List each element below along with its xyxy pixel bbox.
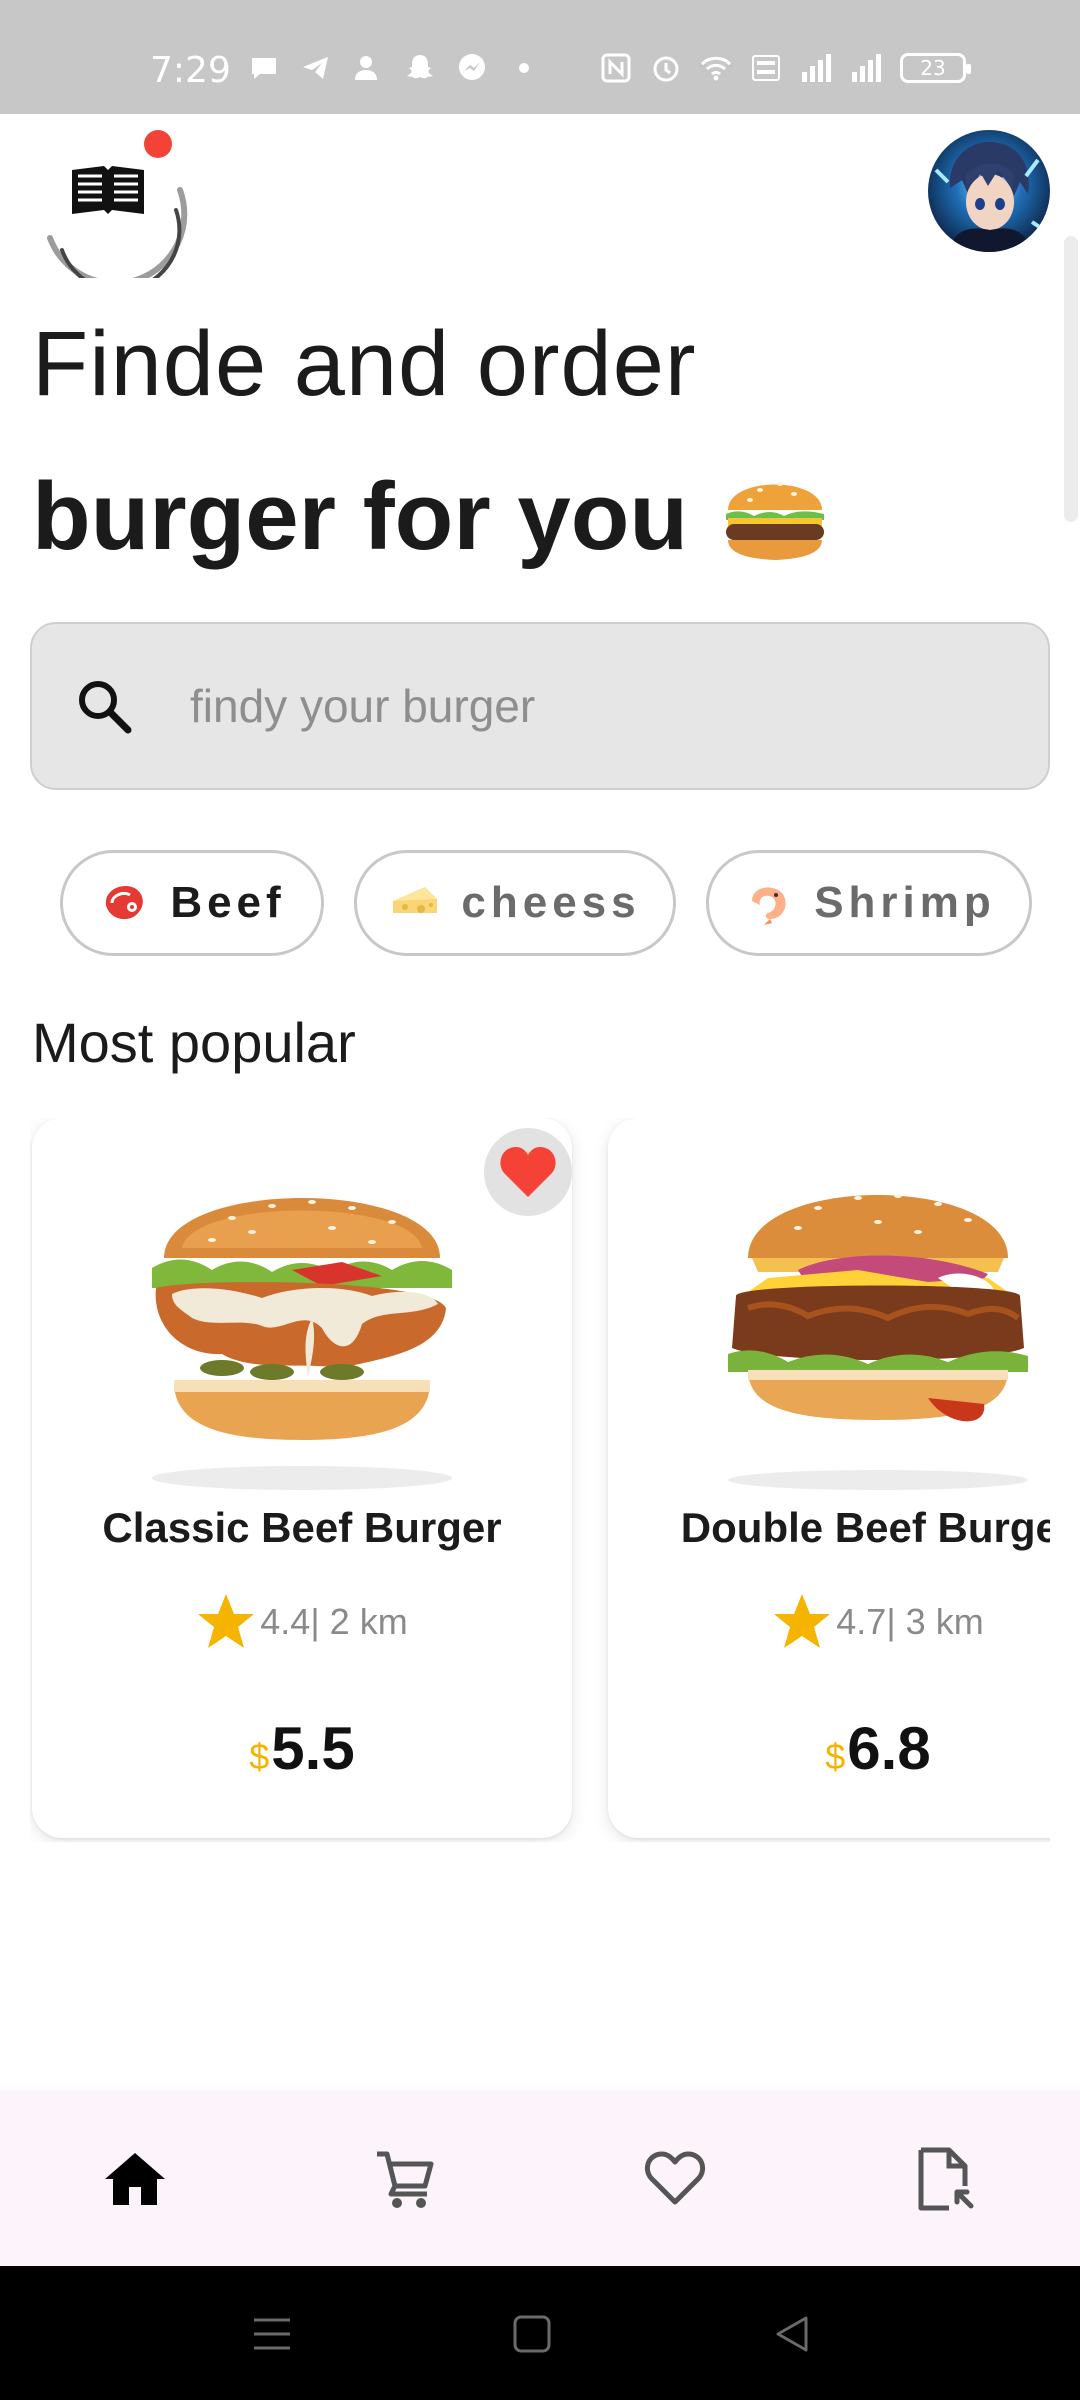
cheese-icon xyxy=(393,887,438,913)
bottom-navigation xyxy=(0,2090,1080,2266)
nav-favorites[interactable] xyxy=(630,2134,720,2224)
star-icon xyxy=(774,1594,831,1648)
status-time: 7:29 xyxy=(150,50,231,91)
food-card[interactable]: Classic Beef Burger 4.4 | 2 km $5.5 xyxy=(32,1118,572,1838)
cart-icon xyxy=(377,2151,434,2208)
section-title-most-popular: Most popular xyxy=(32,1011,356,1074)
search-input[interactable] xyxy=(190,679,990,733)
card-price: $5.5 xyxy=(32,1714,572,1783)
food-card[interactable]: Double Beef Burger 4.7 | 3 km $6.8 xyxy=(608,1118,1050,1838)
steak-icon xyxy=(106,885,144,920)
wifi-icon xyxy=(700,56,732,81)
category-chip-cheese[interactable]: cheess xyxy=(354,850,676,956)
user-add-icon xyxy=(355,56,377,80)
battery-indicator: 23 xyxy=(900,53,971,83)
system-back-button[interactable] xyxy=(764,2306,820,2362)
search-box[interactable] xyxy=(30,622,1050,790)
heart-icon xyxy=(645,2151,705,2205)
more-dot-icon xyxy=(519,63,529,73)
battery-level: 23 xyxy=(920,56,946,80)
snapchat-icon xyxy=(407,55,433,79)
system-status-icons: 23 xyxy=(600,52,971,84)
avatar[interactable] xyxy=(928,130,1050,252)
card-title: Classic Beef Burger xyxy=(102,1504,502,1551)
distance-value: | 3 km xyxy=(886,1601,984,1642)
menu-icon xyxy=(254,2318,290,2350)
system-recents-button[interactable] xyxy=(244,2306,300,2362)
system-home-button[interactable] xyxy=(504,2306,560,2362)
system-navigation-bar xyxy=(0,2266,1080,2400)
telegram-icon xyxy=(303,57,328,79)
app-logo[interactable] xyxy=(40,130,188,293)
burger-emoji-icon xyxy=(726,482,825,560)
headline-line-2-text: burger for you xyxy=(32,463,689,570)
book-icon xyxy=(47,130,188,293)
card-rating: 4.7 | 3 km xyxy=(608,1592,1050,1652)
home-icon xyxy=(105,2153,165,2205)
chat-icon xyxy=(252,58,276,79)
price-value: 5.5 xyxy=(271,1715,355,1782)
card-title: Double Beef Burger xyxy=(680,1504,1050,1551)
burger-image xyxy=(728,1194,1028,1490)
shrimp-icon xyxy=(752,887,786,925)
currency-symbol: $ xyxy=(825,1736,846,1777)
back-triangle-icon xyxy=(776,2316,808,2352)
card-rating: 4.4 | 2 km xyxy=(32,1592,572,1652)
rating-value: 4.7 xyxy=(836,1601,887,1642)
square-icon xyxy=(513,2315,551,2353)
search-icon[interactable] xyxy=(72,674,136,738)
category-chip-label: cheess xyxy=(461,878,641,927)
status-bar: 7:29 23 xyxy=(0,0,1080,114)
signal-2-icon xyxy=(852,54,881,82)
card-price: $6.8 xyxy=(608,1714,1050,1783)
orders-icon xyxy=(918,2147,974,2211)
category-chip-label: Beef xyxy=(170,878,286,927)
nav-cart[interactable] xyxy=(360,2134,450,2224)
category-chip-label: Shrimp xyxy=(814,878,996,927)
burger-image xyxy=(152,1198,452,1490)
alarm-icon xyxy=(653,56,679,82)
price-value: 6.8 xyxy=(847,1715,931,1782)
nav-orders[interactable] xyxy=(900,2134,990,2224)
scroll-indicator[interactable] xyxy=(1064,236,1078,522)
star-icon xyxy=(198,1594,255,1648)
messenger-icon xyxy=(459,54,485,80)
category-chip-beef[interactable]: Beef xyxy=(60,850,324,956)
signal-1-icon xyxy=(802,54,831,82)
currency-symbol: $ xyxy=(249,1736,270,1777)
favorite-button[interactable] xyxy=(484,1128,572,1216)
notification-icons xyxy=(248,52,540,84)
volte-icon xyxy=(752,55,780,81)
heart-filled-icon xyxy=(500,1147,556,1197)
nav-home[interactable] xyxy=(90,2134,180,2224)
nfc-icon xyxy=(601,53,631,83)
distance-value: | 2 km xyxy=(310,1601,408,1642)
rating-value: 4.4 xyxy=(260,1601,311,1642)
avatar-image xyxy=(928,130,1050,252)
category-chip-shrimp[interactable]: Shrimp xyxy=(706,850,1032,956)
popular-carousel[interactable]: Classic Beef Burger 4.4 | 2 km $5.5 Doub… xyxy=(30,1118,1050,1842)
headline-line-2: burger for you xyxy=(32,462,830,572)
headline-line-1: Finde and order xyxy=(32,313,697,415)
